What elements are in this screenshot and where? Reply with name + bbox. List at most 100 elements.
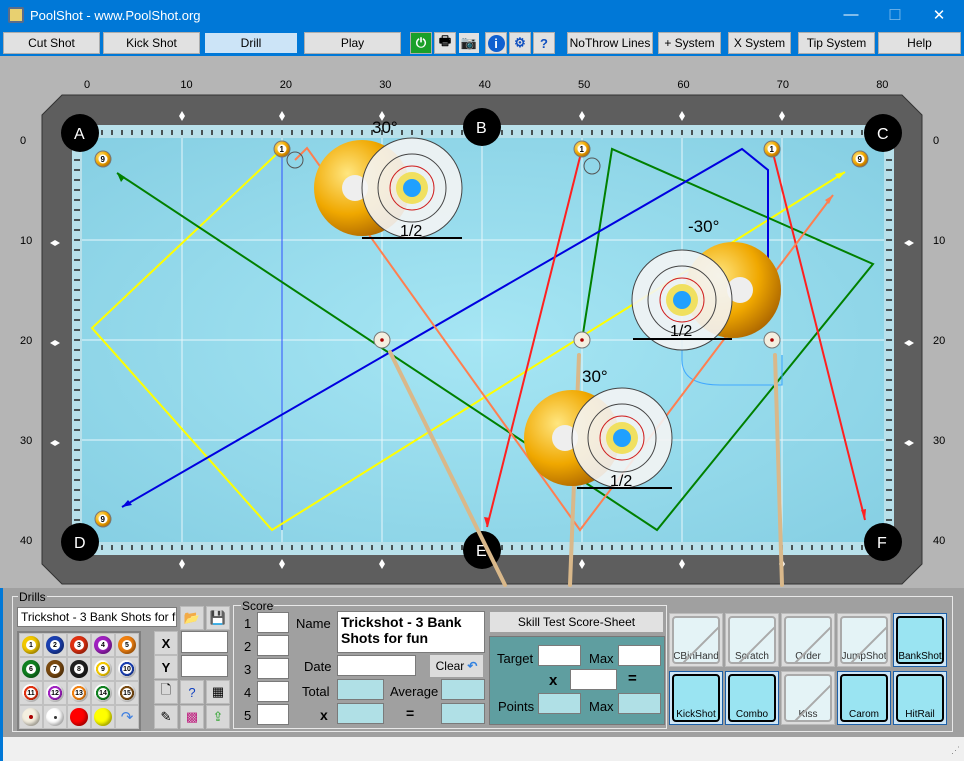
resize-grip-icon[interactable]: ⋰ <box>951 745 960 756</box>
fraction-label: 1/2 <box>400 223 422 240</box>
cue-ball[interactable] <box>763 331 781 349</box>
score-row-label: 1 <box>244 616 252 631</box>
multiplier-field <box>337 703 384 724</box>
score-input-1[interactable] <box>257 612 289 633</box>
nine-ball[interactable]: 9 <box>94 150 112 168</box>
shot-type-cbinhand[interactable]: CBinHand <box>669 613 723 667</box>
score-input-5[interactable] <box>257 704 289 725</box>
palette-ball-7[interactable]: 7 <box>43 657 67 681</box>
score-row-label: 3 <box>244 662 252 677</box>
angle-label: -30° <box>688 217 719 236</box>
palette-ball-3[interactable]: 3 <box>67 633 91 657</box>
shot-type-bankshot[interactable]: BankShot <box>893 613 947 667</box>
shot-type-label: HitRail <box>905 709 935 720</box>
palette-ball-1[interactable]: 1 <box>19 633 43 657</box>
target-input[interactable] <box>538 645 581 666</box>
multiply-label: x <box>549 672 558 689</box>
total-label: Total <box>302 684 330 699</box>
score-row-label: 4 <box>244 685 252 700</box>
pocket-label: D <box>74 535 86 552</box>
score-name-input[interactable]: Trickshot - 3 Bank Shots for fun <box>337 611 485 653</box>
shot-type-order[interactable]: Order <box>781 613 835 667</box>
score-row-label: 2 <box>244 639 252 654</box>
cue-ball-tool[interactable] <box>19 705 43 729</box>
shot-type-combo[interactable]: Combo <box>725 671 779 725</box>
palette-ball-11[interactable]: 11 <box>19 681 43 705</box>
shot-type-kiss[interactable]: Kiss <box>781 671 835 725</box>
shot-type-kickshot[interactable]: KickShot <box>669 671 723 725</box>
drill-name-input[interactable]: Trickshot - 3 Bank Shots for fun <box>17 607 177 627</box>
score-row-label: 5 <box>244 708 252 723</box>
skill-test-score-sheet-button[interactable]: Skill Test Score-Sheet <box>490 612 663 632</box>
y-input[interactable] <box>181 655 228 677</box>
palette-ball-4[interactable]: 4 <box>91 633 115 657</box>
palette-ball-6[interactable]: 6 <box>19 657 43 681</box>
palette-ball-14[interactable]: 14 <box>91 681 115 705</box>
table-list-icon[interactable]: ▦ <box>206 680 230 704</box>
nine-ball[interactable]: 9 <box>851 150 869 168</box>
angle-label: 30° <box>372 118 398 137</box>
save-button[interactable]: 💾 <box>206 606 230 630</box>
one-ball[interactable]: 1 <box>273 140 291 158</box>
clear-button[interactable]: Clear ↶ <box>430 655 483 677</box>
nine-ball[interactable]: 9 <box>94 510 112 528</box>
palette-ball-5[interactable]: 5 <box>115 633 139 657</box>
palette-ball-13[interactable]: 13 <box>67 681 91 705</box>
palette-ball-10[interactable]: 10 <box>115 657 139 681</box>
palette-ball-8[interactable]: 8 <box>67 657 91 681</box>
pool-table[interactable]: A B CD E F 30° -30° 30° 1/2 1/2 1/2 9 991 1 1 <box>0 0 964 590</box>
multiply-label: x <box>320 707 328 723</box>
red-marker-tool[interactable] <box>67 705 91 729</box>
palette-ball-12[interactable]: 12 <box>43 681 67 705</box>
multiplier-input[interactable] <box>570 669 617 690</box>
fraction-label: 1/2 <box>610 473 632 490</box>
aim-overlay-1 <box>314 137 463 239</box>
one-ball[interactable]: 1 <box>763 140 781 158</box>
yellow-marker-tool[interactable] <box>91 705 115 729</box>
result-field <box>441 703 485 724</box>
max-points-field <box>618 693 661 714</box>
fraction-label: 1/2 <box>670 323 692 340</box>
one-ball[interactable]: 1 <box>573 140 591 158</box>
shot-type-label: KickShot <box>676 709 716 720</box>
white-ball-tool[interactable] <box>43 705 67 729</box>
score-input-2[interactable] <box>257 635 289 656</box>
export-folder-icon[interactable]: ⇪ <box>206 705 230 729</box>
score-input-3[interactable] <box>257 658 289 679</box>
total-field <box>337 679 384 700</box>
date-input[interactable] <box>337 655 416 676</box>
redo-icon[interactable]: ↷ <box>115 705 139 729</box>
cue-ball[interactable] <box>573 331 591 349</box>
color-grid-icon[interactable]: ▩ <box>180 705 204 729</box>
max-input[interactable] <box>618 645 661 666</box>
score-legend: Score <box>241 599 275 613</box>
palette-ball-9[interactable]: 9 <box>91 657 115 681</box>
drills-legend: Drills <box>18 590 47 604</box>
open-folder-button[interactable]: 📂 <box>180 606 204 630</box>
shot-type-hitrail[interactable]: HitRail <box>893 671 947 725</box>
document-help-icon[interactable]: ? <box>180 680 204 704</box>
shot-type-label: Combo <box>735 709 769 720</box>
name-label: Name <box>296 616 331 631</box>
target-label: Target <box>497 651 534 666</box>
svg-text:9: 9 <box>101 515 106 524</box>
x-input[interactable] <box>181 631 228 653</box>
max-label: Max <box>589 651 614 666</box>
edit-notes-icon[interactable]: ✎ <box>154 705 178 729</box>
pocket-label: B <box>476 120 487 137</box>
average-label: Average <box>390 684 439 699</box>
shot-type-carom[interactable]: Carom <box>837 671 891 725</box>
shot-type-label: Carom <box>848 709 879 720</box>
palette-ball-2[interactable]: 2 <box>43 633 67 657</box>
aim-overlay-3 <box>524 387 673 489</box>
svg-text:9: 9 <box>858 155 863 164</box>
shot-type-scratch[interactable]: Scratch <box>725 613 779 667</box>
pocket-label: A <box>74 126 85 143</box>
score-input-4[interactable] <box>257 681 289 702</box>
palette-ball-15[interactable]: 15 <box>115 681 139 705</box>
pocket-label: C <box>877 126 889 143</box>
undo-icon: ↶ <box>467 659 478 673</box>
cue-ball[interactable] <box>373 331 391 349</box>
new-document-icon[interactable]: 🗋 <box>154 680 178 704</box>
shot-type-jumpshot[interactable]: JumpShot <box>837 613 891 667</box>
